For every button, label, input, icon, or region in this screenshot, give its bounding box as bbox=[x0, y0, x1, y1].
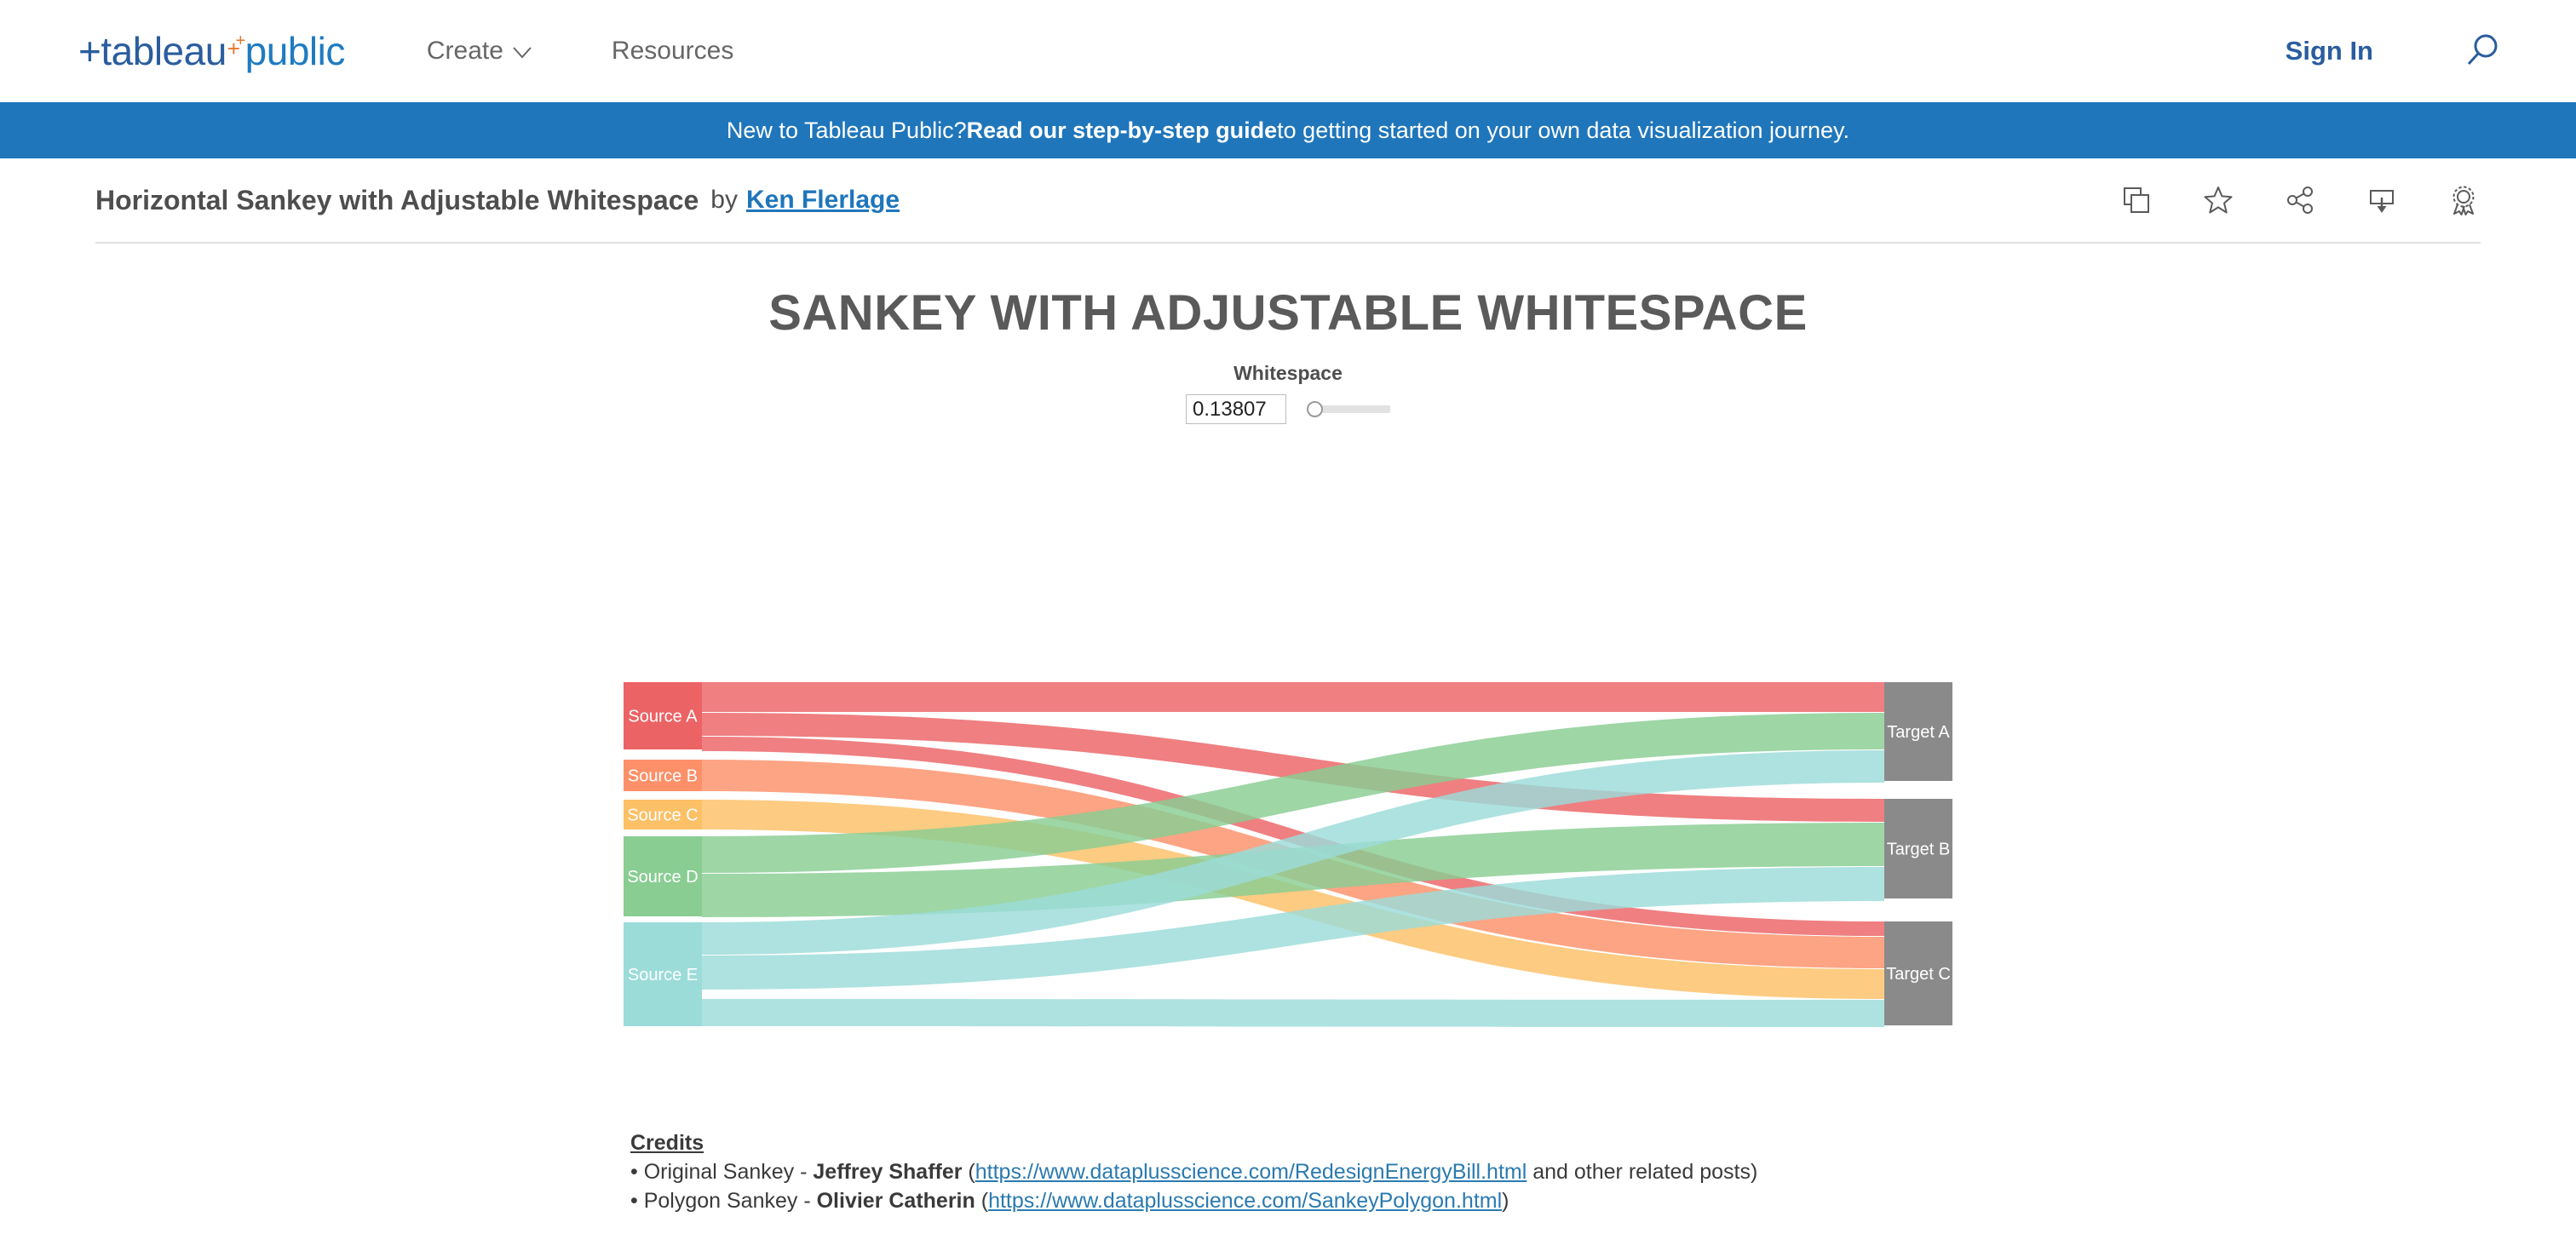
whitespace-row bbox=[1186, 394, 1390, 424]
viz-title: Horizontal Sankey with Adjustable Whites… bbox=[95, 184, 699, 215]
credit-url-link[interactable]: https://www.dataplusscience.com/SankeyPo… bbox=[988, 1189, 1502, 1213]
sankey-target-node-label: Target A bbox=[1887, 723, 1950, 742]
credit-person: Olivier Catherin bbox=[816, 1189, 975, 1213]
sankey-chart-title: SANKEY WITH ADJUSTABLE WHITESPACE bbox=[768, 285, 1808, 341]
nav-item-create-label: Create bbox=[426, 37, 503, 65]
credits-block: Credits • Original Sankey - Jeffrey Shaf… bbox=[624, 1131, 1952, 1214]
sankey-source-node-label: Source E bbox=[628, 966, 698, 984]
banner-guide-link[interactable]: Read our step-by-step guide bbox=[967, 118, 1278, 144]
credits-heading: Credits bbox=[630, 1131, 704, 1155]
sankey-diagram-container: Source A Source B Source C Source D Source E… bbox=[0, 443, 2576, 1124]
whitespace-input[interactable] bbox=[1186, 394, 1286, 424]
header-divider bbox=[95, 242, 2481, 244]
viz-header-bar: Horizontal Sankey with Adjustable Whites… bbox=[0, 158, 2576, 242]
viz-by-label: by bbox=[710, 186, 738, 214]
credit-suffix: ) bbox=[1502, 1189, 1509, 1213]
download-icon[interactable] bbox=[2365, 183, 2399, 217]
credit-line-original-sankey: • Original Sankey - Jeffrey Shaffer (htt… bbox=[630, 1160, 1952, 1185]
promo-banner: New to Tableau Public? Read our step-by-… bbox=[0, 102, 2576, 158]
sankey-source-node-label: Source C bbox=[627, 806, 698, 825]
chevron-down-icon bbox=[513, 37, 532, 66]
share-icon[interactable] bbox=[2283, 183, 2317, 217]
logo-plus-small-icon: + bbox=[235, 32, 245, 50]
nav-item-create[interactable]: Create bbox=[427, 37, 532, 66]
credit-suffix: and other related posts) bbox=[1527, 1160, 1758, 1184]
credit-open-paren: ( bbox=[962, 1160, 975, 1184]
badge-icon[interactable] bbox=[2447, 183, 2481, 217]
sankey-target-node-label: Target C bbox=[1886, 965, 1951, 984]
credit-person: Jeffrey Shaffer bbox=[813, 1160, 963, 1184]
viz-action-toolbar bbox=[2119, 183, 2481, 217]
nav-right-group: Sign In bbox=[2286, 31, 2503, 72]
sankey-diagram: Source A Source B Source C Source D Source E… bbox=[624, 682, 1952, 1027]
whitespace-slider[interactable] bbox=[1305, 400, 1390, 419]
whitespace-label: Whitespace bbox=[1233, 362, 1343, 384]
credit-open-paren: ( bbox=[975, 1189, 989, 1213]
favorite-star-icon[interactable] bbox=[2201, 183, 2235, 217]
nav-item-resources[interactable]: Resources bbox=[612, 37, 733, 66]
credit-bullet: • bbox=[630, 1160, 644, 1184]
sankey-link[interactable] bbox=[702, 999, 1884, 1027]
credit-prefix: Original Sankey - bbox=[643, 1160, 814, 1184]
sankey-source-node-label: Source A bbox=[628, 708, 698, 726]
sankey-target-node-label: Target B bbox=[1887, 841, 1950, 859]
credit-bullet: • bbox=[630, 1189, 644, 1213]
logo-text-public: public bbox=[244, 29, 346, 73]
viz-author-link[interactable]: Ken Flerlage bbox=[746, 186, 900, 215]
top-navigation-bar: + tableau + + public Create Resources Sign I… bbox=[0, 0, 2576, 102]
nav-item-resources-label: Resources bbox=[611, 37, 734, 65]
whitespace-slider-track[interactable] bbox=[1313, 405, 1390, 413]
logo-text-tableau: tableau bbox=[101, 29, 227, 73]
copy-icon[interactable] bbox=[2119, 183, 2153, 217]
sankey-link[interactable] bbox=[702, 682, 1884, 712]
credit-url-link[interactable]: https://www.dataplusscience.com/Redesign… bbox=[975, 1160, 1527, 1184]
whitespace-parameter-control: Whitespace bbox=[0, 362, 2576, 424]
credit-prefix: Polygon Sankey - bbox=[643, 1189, 817, 1213]
credit-line-polygon-sankey: • Polygon Sankey - Olivier Catherin (htt… bbox=[630, 1189, 1952, 1214]
tableau-public-logo[interactable]: + tableau + + public bbox=[78, 28, 345, 74]
sign-in-button[interactable]: Sign In bbox=[2286, 36, 2373, 66]
whitespace-slider-handle[interactable] bbox=[1306, 401, 1323, 417]
primary-nav-links: Create Resources bbox=[427, 37, 814, 66]
banner-suffix-text: to getting started on your own data visu… bbox=[1277, 117, 1850, 143]
viz-canvas: SANKEY WITH ADJUSTABLE WHITESPACE Whites… bbox=[0, 284, 2576, 1214]
sankey-source-node-label: Source B bbox=[628, 767, 698, 786]
banner-prefix-text: New to Tableau Public? bbox=[726, 117, 967, 143]
search-icon[interactable] bbox=[2462, 31, 2503, 72]
sankey-source-node-label: Source D bbox=[627, 868, 698, 887]
